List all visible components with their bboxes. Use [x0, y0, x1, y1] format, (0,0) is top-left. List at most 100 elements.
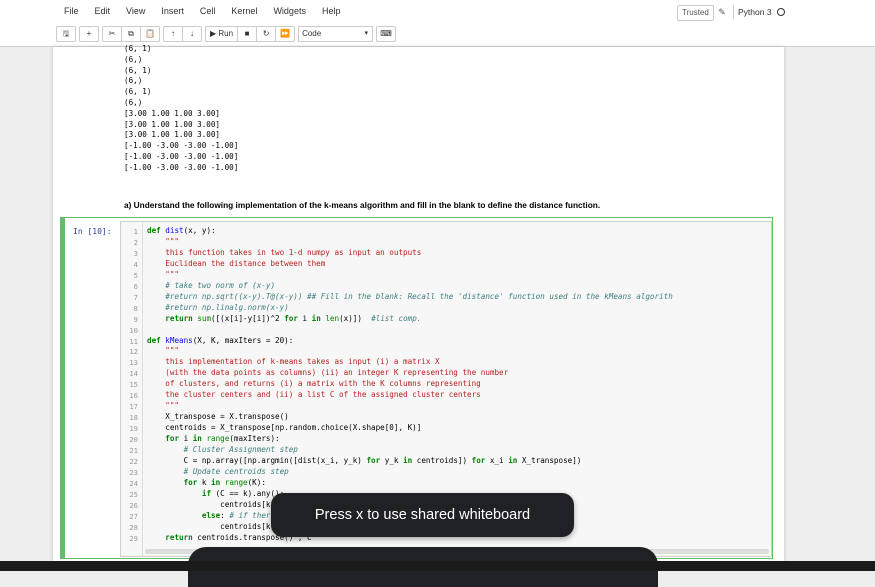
- code-line: if (C == k).any():: [201, 488, 285, 498]
- code-line: """: [147, 236, 180, 246]
- code-line: (with the data points as columns) (ii) a…: [147, 368, 509, 378]
- line-number: 25: [129, 489, 138, 499]
- stop-icon[interactable]: ■: [237, 26, 258, 42]
- bottom-strip: [0, 561, 875, 571]
- code-line: for i in range(maxIters):: [165, 434, 280, 444]
- menu-widgets[interactable]: Widgets: [265, 3, 314, 21]
- restart-run-all-icon[interactable]: ⏩: [275, 26, 296, 42]
- line-number: 29: [129, 533, 138, 543]
- cell-type-select[interactable]: Code ▾: [298, 26, 374, 42]
- menu-cell[interactable]: Cell: [192, 3, 224, 21]
- keyboard-icon[interactable]: ⌨: [376, 26, 397, 42]
- code-line: X_transpose = X.transpose(): [147, 412, 289, 422]
- line-number: 17: [129, 402, 138, 412]
- line-number: 8: [133, 303, 138, 313]
- toolbar: 🖫 + ✂ ⧉ 📋 ↑ ↓ ▶ Run ■ ↻ ⏩ Code ▾ ⌨: [56, 26, 397, 42]
- move-group: ↑ ↓: [163, 26, 202, 42]
- cell-output: (6, 1) (6,) (6, 1) (6,) (6, 1) (6,) [3.0…: [124, 44, 238, 174]
- menu-edit[interactable]: Edit: [87, 3, 119, 21]
- line-number: 13: [129, 358, 138, 368]
- run-group: ▶ Run ■ ↻ ⏩: [205, 26, 296, 42]
- output-line: [-1.00 -3.00 -3.00 -1.00]: [124, 162, 239, 172]
- paste-icon[interactable]: 📋: [140, 26, 160, 42]
- line-number: 2: [133, 237, 138, 247]
- line-number: 21: [129, 446, 138, 455]
- line-number: 1: [133, 227, 138, 236]
- output-line: (6,): [124, 54, 143, 64]
- code-line: #return np.linalg.norm(x-y): [165, 302, 289, 312]
- line-number: 24: [129, 478, 138, 488]
- line-number: 14: [129, 369, 138, 379]
- code-line: this function takes in two 1-d numpy as …: [147, 247, 422, 257]
- cell-prompt: In [10]:: [73, 227, 112, 236]
- notebook-header: File Edit View Insert Cell Kernel Widget…: [0, 0, 875, 47]
- trusted-badge[interactable]: Trusted: [677, 5, 714, 21]
- code-line: """: [147, 269, 180, 279]
- line-number: 4: [133, 259, 138, 269]
- code-line: # take two norm of (x-y): [165, 280, 276, 290]
- output-line: (6, 1): [124, 65, 152, 75]
- output-line: (6, 1): [124, 44, 152, 53]
- code-line: """: [147, 346, 180, 356]
- move-down-icon[interactable]: ↓: [182, 26, 202, 42]
- kernel-indicator: Python 3: [733, 5, 785, 19]
- chevron-down-icon: ▾: [364, 30, 369, 37]
- line-number: 9: [133, 314, 138, 324]
- menu-kernel[interactable]: Kernel: [223, 3, 265, 21]
- menu-help[interactable]: Help: [314, 3, 349, 21]
- line-number: 27: [129, 511, 138, 521]
- line-number: 23: [129, 467, 138, 477]
- cell-type-value: Code: [302, 29, 322, 38]
- add-cell-icon[interactable]: +: [79, 26, 99, 42]
- line-number: 11: [129, 336, 138, 346]
- code-line: return sum([(x[i]-y[i])^2 for i in len(x…: [165, 313, 422, 323]
- code-line: def kMeans(X, K, maxIters = 20):: [147, 335, 294, 345]
- edit-group: ✂ ⧉ 📋: [102, 26, 160, 42]
- line-number: 28: [129, 522, 138, 532]
- menu-bar: File Edit View Insert Cell Kernel Widget…: [56, 3, 348, 21]
- save-icon[interactable]: 🖫: [56, 26, 76, 42]
- line-number: 19: [129, 424, 138, 434]
- kernel-name: Python 3: [738, 7, 772, 17]
- menu-view[interactable]: View: [118, 3, 153, 21]
- code-line: def dist(x, y):: [147, 226, 216, 235]
- output-line: [-1.00 -3.00 -3.00 -1.00]: [124, 141, 239, 151]
- code-line: this implementation of k-means takes as …: [147, 357, 440, 367]
- code-line: """: [147, 401, 180, 411]
- code-line: C = np.array([np.argmin([dist(x_i, y_k) …: [147, 455, 582, 465]
- code-line: centroids = X_transpose[np.random.choice…: [147, 423, 422, 433]
- code-line: # Cluster Assignment step: [183, 445, 298, 454]
- markdown-instruction: a) Understand the following implementati…: [124, 200, 601, 210]
- line-number: 22: [129, 456, 138, 466]
- code-line: Euclidean the distance between them: [147, 258, 326, 268]
- copy-icon[interactable]: ⧉: [121, 26, 141, 42]
- cell-selection-bar: [60, 217, 65, 559]
- line-number: 7: [133, 292, 138, 302]
- edit-pencil-icon[interactable]: ✎: [715, 5, 729, 19]
- menu-insert[interactable]: Insert: [153, 3, 192, 21]
- code-line: the cluster centers and (ii) a list C of…: [147, 390, 481, 400]
- code-line: of clusters, and returns (i) a matrix wi…: [147, 379, 481, 389]
- line-number: 10: [129, 325, 138, 335]
- line-number: 18: [129, 413, 138, 423]
- line-number: 20: [129, 435, 138, 445]
- cut-icon[interactable]: ✂: [102, 26, 122, 42]
- whiteboard-toast: Press x to use shared whiteboard: [271, 493, 574, 537]
- output-line: [3.00 1.00 1.00 3.00]: [124, 119, 221, 129]
- line-number: 15: [129, 380, 138, 390]
- run-button[interactable]: ▶ Run: [205, 26, 239, 42]
- move-up-icon[interactable]: ↑: [163, 26, 183, 42]
- menu-file[interactable]: File: [56, 3, 87, 21]
- kernel-idle-icon: [776, 8, 785, 16]
- line-number: 26: [129, 500, 138, 510]
- code-line: # Update centroids step: [183, 466, 289, 476]
- restart-icon[interactable]: ↻: [256, 26, 277, 42]
- output-line: (6,): [124, 97, 143, 107]
- output-line: [-1.00 -3.00 -3.00 -1.00]: [124, 151, 239, 161]
- line-number: 16: [129, 391, 138, 401]
- output-line: [3.00 1.00 1.00 3.00]: [124, 108, 221, 118]
- code-line: for k in range(K):: [183, 477, 266, 487]
- run-label: Run: [218, 29, 234, 38]
- output-line: (6, 1): [124, 87, 152, 97]
- code-line: #return np.sqrt((x-y).T@(x-y)) ## Fill i…: [165, 291, 673, 301]
